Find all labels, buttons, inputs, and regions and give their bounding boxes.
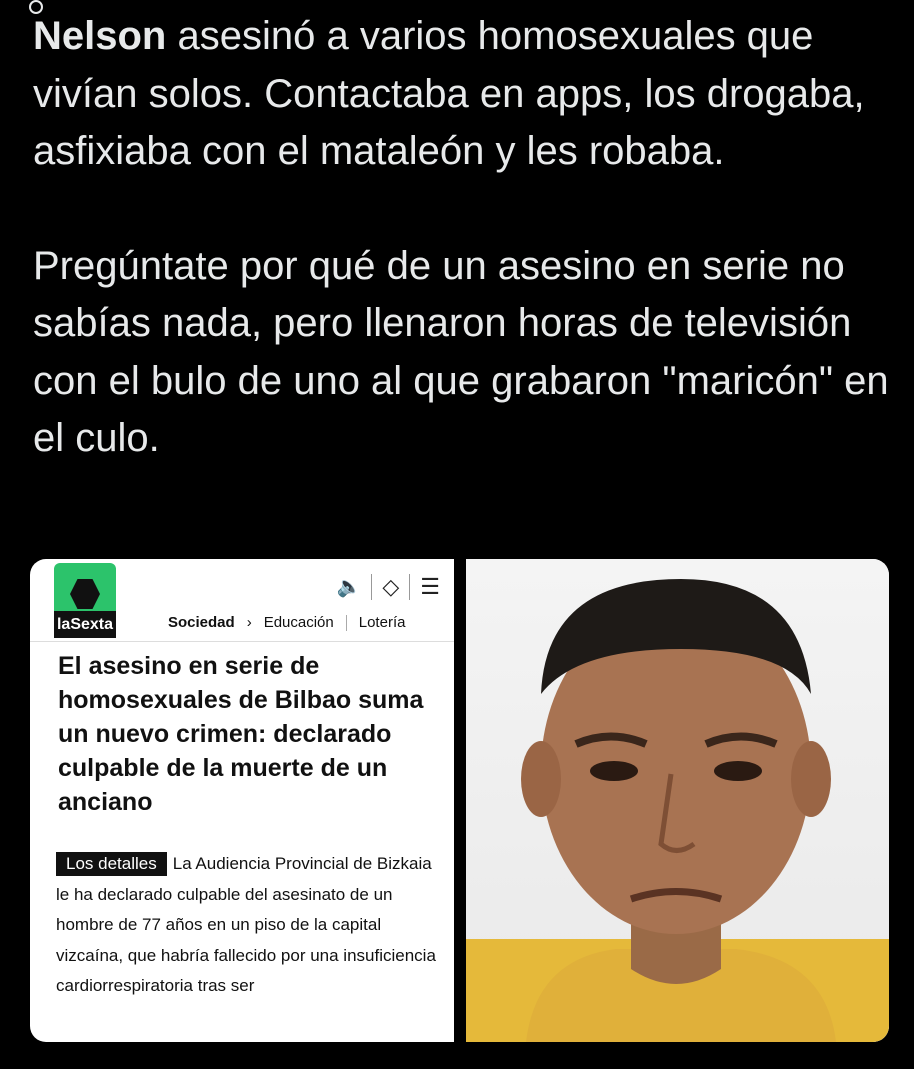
tweet-paragraph-1: Nelson asesinó a varios homosexuales que… xyxy=(33,8,893,181)
speaker-icon: 🔈 xyxy=(336,576,362,598)
nav-item-educacion: Educación xyxy=(263,614,334,631)
logo-label: laSexta xyxy=(54,611,116,638)
nav-item-loteria: Lotería xyxy=(358,614,406,631)
hexagon-icon xyxy=(70,579,100,609)
thread-line-icon xyxy=(29,0,43,14)
portrait-image xyxy=(466,579,889,1042)
details-tag: Los detalles xyxy=(56,852,167,876)
author-name[interactable]: Nelson xyxy=(33,14,166,58)
header-icons: 🔈 ◇ ☰ xyxy=(336,571,440,603)
nav-item-sociedad: Sociedad xyxy=(168,614,235,631)
article-headline: El asesino en serie de homosexuales de B… xyxy=(58,652,424,816)
article-body: Los detalles La Audiencia Provincial de B… xyxy=(56,849,436,1002)
tweet-text: Nelson asesinó a varios homosexuales que… xyxy=(29,0,893,468)
chevron-right-icon: › xyxy=(246,614,252,631)
portrait-photo[interactable] xyxy=(466,559,889,1042)
article-screenshot[interactable]: laSexta 🔈 ◇ ☰ Sociedad › Educación Loter… xyxy=(30,559,454,1042)
tweet-media[interactable]: laSexta 🔈 ◇ ☰ Sociedad › Educación Loter… xyxy=(30,559,889,1042)
section-nav: Sociedad › Educación Lotería xyxy=(168,614,405,631)
menu-icon: ☰ xyxy=(420,574,440,599)
site-header: laSexta 🔈 ◇ ☰ Sociedad › Educación Loter… xyxy=(30,559,454,642)
share-icon: ◇ xyxy=(382,574,400,599)
tweet-paragraph-2: Pregúntate por qué de un asesino en seri… xyxy=(33,243,889,461)
